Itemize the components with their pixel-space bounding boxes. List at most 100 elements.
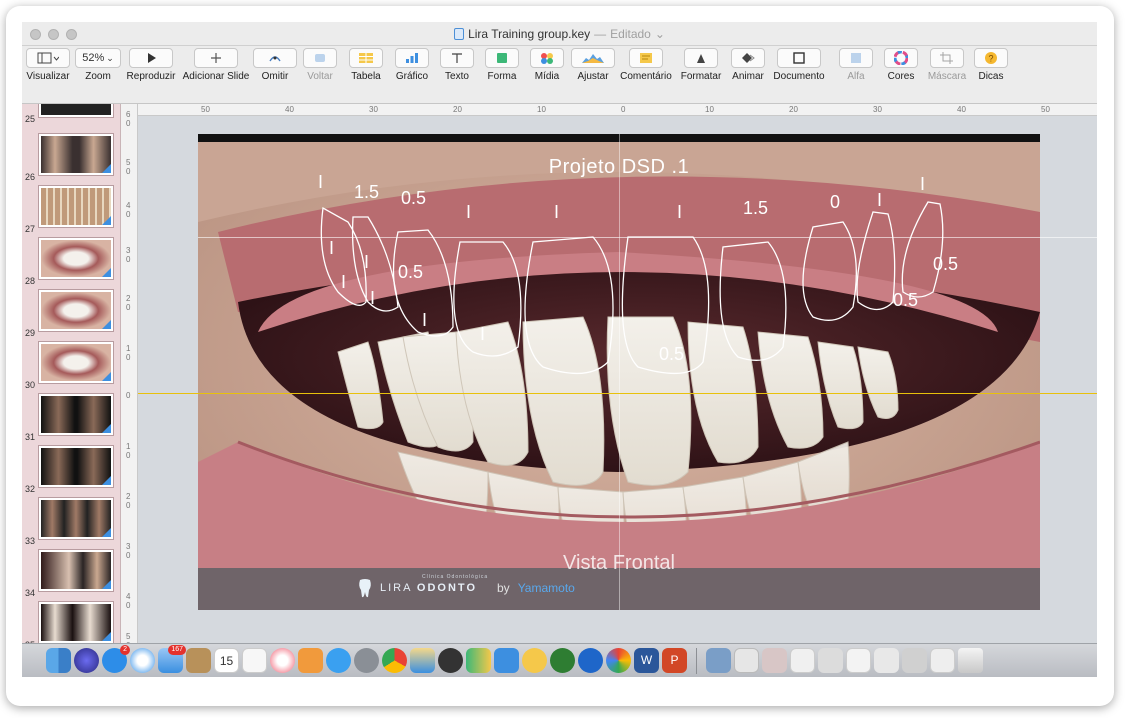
slide-number: 32: [25, 484, 36, 494]
alpha-icon: [851, 53, 861, 63]
siri-icon[interactable]: [74, 648, 99, 673]
measurement-label[interactable]: 0: [830, 192, 840, 213]
close-button[interactable]: [30, 29, 41, 40]
toolbar-dicas[interactable]: ? Dicas: [956, 48, 1026, 82]
measurement-label[interactable]: I: [554, 202, 559, 223]
preview-icon[interactable]: [410, 648, 435, 673]
measurement-label[interactable]: 0.5: [659, 344, 684, 365]
slide-thumbnail-27[interactable]: 27: [22, 184, 120, 236]
slide-thumbnail-29[interactable]: 29: [22, 288, 120, 340]
keynote-icon[interactable]: [494, 648, 519, 673]
mail-icon[interactable]: 167: [158, 645, 186, 673]
measurement-label[interactable]: I: [677, 202, 682, 223]
brand-subtitle: Clínica Odontológica: [422, 574, 489, 580]
zoom-dropdown[interactable]: 52% ⌄: [75, 48, 121, 68]
photos-app-icon[interactable]: [606, 648, 631, 673]
word-icon[interactable]: W: [634, 648, 659, 673]
measurement-label[interactable]: 1.5: [743, 198, 768, 219]
ruler-tick: 50: [1041, 105, 1050, 114]
ruler-tick: 6 0: [126, 110, 131, 128]
measurement-label[interactable]: 0.5: [893, 290, 918, 311]
measurement-label[interactable]: I: [318, 172, 323, 193]
safari-icon[interactable]: [130, 648, 155, 673]
reminders-icon[interactable]: [242, 648, 267, 673]
adjust-button[interactable]: [571, 48, 615, 68]
slide-thumbnail-31[interactable]: 31: [22, 392, 120, 444]
chrome-icon[interactable]: [382, 648, 407, 673]
ruler-tick: 1 0: [126, 442, 131, 460]
numbers-icon[interactable]: [466, 648, 491, 673]
window-controls: [30, 29, 77, 40]
calendar-icon[interactable]: 15: [214, 648, 239, 673]
contacts-icon[interactable]: [186, 648, 211, 673]
document-stack-icon[interactable]: [790, 648, 815, 673]
chevron-down-icon[interactable]: ⌄: [655, 27, 665, 41]
measurement-label[interactable]: I: [364, 252, 369, 273]
slide-thumbnail-26[interactable]: 26: [22, 132, 120, 184]
toolbar-label: Ajustar: [577, 71, 609, 82]
measurement-label[interactable]: I: [480, 324, 485, 345]
document-stack-icon[interactable]: [762, 648, 787, 673]
measurement-label[interactable]: 0.5: [398, 262, 423, 283]
measurement-label[interactable]: 0.5: [933, 254, 958, 275]
slide-canvas[interactable]: Projeto DSD .1 I 1.5 0.5 I I I 1.5 0 I I…: [138, 116, 1097, 677]
horizontal-ruler[interactable]: 50 40 30 20 10 0 10 20 30 40 50: [138, 104, 1097, 116]
slide-thumbnail-25[interactable]: 25: [22, 104, 120, 126]
document-stack-icon[interactable]: [818, 648, 843, 673]
onedrive-icon[interactable]: [578, 648, 603, 673]
measurement-label[interactable]: 0.5: [401, 188, 426, 209]
adjust-icon: [582, 54, 604, 63]
ruler-tick: 2 0: [126, 294, 131, 312]
play-button[interactable]: [129, 48, 173, 68]
slide-thumbnail-30[interactable]: 30: [22, 340, 120, 392]
vertical-ruler[interactable]: 6 0 5 0 4 0 3 0 2 0 1 0 0 1 0 2 0 3 0 4 …: [121, 104, 138, 677]
play-icon: [148, 53, 156, 63]
comment-button[interactable]: [629, 48, 663, 68]
document-stack-icon[interactable]: [930, 648, 955, 673]
measurement-label[interactable]: I: [370, 288, 375, 309]
measurement-label[interactable]: I: [329, 238, 334, 259]
trash-icon[interactable]: [958, 648, 983, 673]
toolbar-label: Dicas: [978, 71, 1004, 82]
slide-thumbnail-28[interactable]: 28: [22, 236, 120, 288]
maps-icon[interactable]: [550, 648, 575, 673]
time-machine-icon[interactable]: [438, 648, 463, 673]
thumbnail-image: [39, 238, 113, 279]
photos-icon[interactable]: [270, 648, 295, 673]
edit-status[interactable]: Editado: [610, 27, 651, 41]
ruler-tick: 1 0: [126, 344, 131, 362]
slide-thumbnail-33[interactable]: 33: [22, 496, 120, 548]
measurement-label[interactable]: I: [466, 202, 471, 223]
measurement-label[interactable]: I: [877, 190, 882, 211]
tips-button[interactable]: ?: [974, 48, 1008, 68]
zoom-button[interactable]: [66, 29, 77, 40]
document-stack-icon[interactable]: [902, 648, 927, 673]
brand-logo: Clínica Odontológica LIRA ODONTO by Yama…: [358, 574, 575, 598]
document-stack-icon[interactable]: [874, 648, 899, 673]
slide-thumbnail-32[interactable]: 32: [22, 444, 120, 496]
finder-icon[interactable]: [46, 648, 71, 673]
powerpoint-icon[interactable]: P: [662, 648, 687, 673]
download-stack-icon[interactable]: [734, 648, 759, 673]
measurement-label[interactable]: I: [422, 310, 427, 331]
animate-button[interactable]: [731, 48, 765, 68]
add-slide-button[interactable]: [194, 48, 238, 68]
document-stack-icon[interactable]: [846, 648, 871, 673]
minimize-button[interactable]: [48, 29, 59, 40]
slide-thumbnail-34[interactable]: 34: [22, 548, 120, 600]
toolbar-reproduzir[interactable]: Reproduzir: [116, 48, 186, 82]
measurement-label[interactable]: I: [920, 174, 925, 195]
document-button[interactable]: [777, 48, 821, 68]
ibooks-icon[interactable]: [298, 648, 323, 673]
animate-icon: [742, 53, 755, 63]
slide-navigator[interactable]: 25 26 27 28 29 30 31 32 33 34: [22, 104, 121, 677]
author-name: Yamamoto: [517, 581, 575, 595]
measurement-label[interactable]: I: [341, 272, 346, 293]
system-preferences-icon[interactable]: [354, 648, 379, 673]
notes-icon[interactable]: [522, 648, 547, 673]
tooth-logo-icon: [359, 579, 371, 598]
measurement-label[interactable]: 1.5: [354, 182, 379, 203]
app-store-icon[interactable]: 2: [102, 645, 130, 673]
messages-icon[interactable]: [326, 648, 351, 673]
folder-stack-icon[interactable]: [706, 648, 731, 673]
